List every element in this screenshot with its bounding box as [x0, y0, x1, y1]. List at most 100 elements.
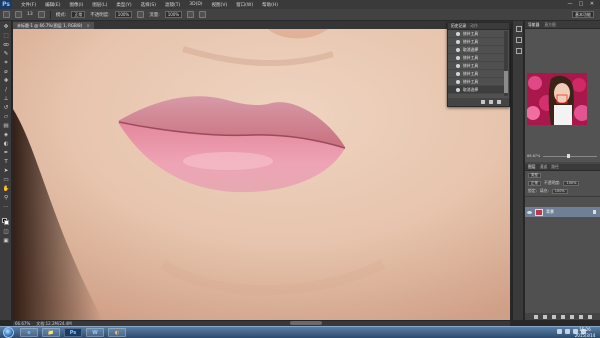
new-group-icon[interactable] [569, 314, 574, 319]
add-mask-icon[interactable] [551, 314, 556, 319]
menu-window[interactable]: 窗口(W) [236, 2, 253, 8]
brush-tool-icon[interactable]: ∕ [2, 87, 10, 94]
navigator-preview[interactable] [527, 73, 587, 125]
path-select-tool-icon[interactable]: ➤ [2, 168, 10, 175]
history-item[interactable]: 修补工具 [448, 78, 505, 86]
menu-edit[interactable]: 编辑(E) [45, 2, 60, 8]
dodge-tool-icon[interactable]: ◐ [2, 141, 10, 148]
history-item[interactable]: 修补工具 [448, 30, 505, 38]
tab-history[interactable]: 历史记录 [451, 23, 466, 29]
close-button[interactable]: ✕ [588, 1, 596, 7]
menu-view[interactable]: 视图(V) [212, 2, 228, 8]
zoom-slider-knob[interactable] [567, 153, 571, 158]
history-item[interactable]: 修补工具 [448, 54, 505, 62]
mode-select[interactable]: 正常 [71, 11, 86, 18]
tab-layers[interactable]: 图层 [528, 164, 536, 170]
new-layer-icon[interactable] [578, 314, 583, 319]
layer-kind-filter[interactable]: 类型 [528, 172, 541, 178]
more-tools-icon[interactable]: ⋯ [2, 204, 10, 211]
menu-3d[interactable]: 3D(D) [189, 2, 202, 7]
history-item[interactable]: 修补工具 [448, 38, 505, 46]
tab-navigator[interactable]: 导航器 [528, 22, 539, 28]
marquee-tool-icon[interactable]: ⬚ [2, 33, 10, 40]
lasso-tool-icon[interactable]: ꝏ [2, 42, 10, 49]
history-brush-tool-icon[interactable]: ↺ [2, 105, 10, 112]
pen-tool-icon[interactable]: ✒ [2, 150, 10, 157]
adjustment-layer-icon[interactable] [560, 314, 565, 319]
minimize-button[interactable]: — [566, 1, 574, 7]
zoom-tool-icon[interactable]: ⚲ [2, 195, 10, 202]
new-document-from-state-icon[interactable] [481, 100, 485, 104]
tool-preset-icon[interactable] [3, 11, 10, 18]
zoom-slider[interactable] [543, 153, 597, 158]
properties-panel-icon[interactable] [516, 37, 522, 43]
menu-help[interactable]: 帮助(H) [262, 2, 278, 8]
history-item-current[interactable]: 取消选择 [448, 86, 505, 94]
crop-tool-icon[interactable]: ⌗ [2, 60, 10, 67]
history-scroll-thumb[interactable] [504, 71, 508, 93]
document-canvas[interactable] [13, 29, 510, 320]
menu-filter[interactable]: 滤镜(T) [165, 2, 180, 8]
airbrush-icon[interactable] [187, 11, 195, 18]
screen-mode-icon[interactable]: ▣ [2, 238, 10, 245]
clone-stamp-tool-icon[interactable]: ⊥ [2, 96, 10, 103]
menu-layer[interactable]: 图层(L) [92, 2, 107, 8]
history-panel-icon[interactable] [516, 26, 522, 32]
link-layers-icon[interactable] [533, 314, 538, 319]
taskbar-ie[interactable]: e [20, 328, 38, 337]
trash-icon[interactable] [587, 314, 592, 319]
brush-preset-icon[interactable] [15, 11, 22, 18]
blend-mode-select[interactable]: 正常 [528, 180, 541, 186]
horizontal-scrollbar-thumb[interactable] [290, 321, 322, 325]
document-tab[interactable]: 未标题-1 @ 66.7%(图层 1, RGB/8) × [13, 22, 94, 29]
navigator-zoom-value[interactable]: 66.67% [527, 154, 540, 158]
gradient-tool-icon[interactable]: ▤ [2, 123, 10, 130]
taskbar-explorer[interactable]: 📁 [42, 328, 60, 337]
layer-style-icon[interactable] [542, 314, 547, 319]
tab-paths[interactable]: 路径 [551, 164, 559, 170]
fill-field[interactable]: 100% [551, 188, 568, 194]
tray-keyboard-icon[interactable] [557, 329, 562, 334]
layer-opacity-field[interactable]: 100% [563, 180, 580, 186]
maximize-button[interactable]: □ [577, 1, 585, 7]
shape-tool-icon[interactable]: ▭ [2, 177, 10, 184]
history-item[interactable]: 取消选择 [448, 46, 505, 54]
healing-brush-tool-icon[interactable]: ✚ [2, 78, 10, 85]
hand-tool-icon[interactable]: ✋ [2, 186, 10, 193]
layer-row-background[interactable]: 背景 [525, 207, 600, 217]
background-color-swatch[interactable] [4, 220, 9, 225]
menu-image[interactable]: 图像(I) [69, 2, 83, 8]
menu-file[interactable]: 文件(F) [21, 2, 36, 8]
opacity-field[interactable]: 100% [114, 11, 133, 18]
eraser-tool-icon[interactable]: ▱ [2, 114, 10, 121]
visibility-eye-icon[interactable] [527, 210, 532, 214]
taskbar-app[interactable]: ◐ [108, 328, 126, 337]
history-scrollbar[interactable] [504, 31, 508, 96]
eyedropper-tool-icon[interactable]: ⌀ [2, 69, 10, 76]
blur-tool-icon[interactable]: ◈ [2, 132, 10, 139]
menu-select[interactable]: 选择(S) [141, 2, 156, 8]
brush-panel-icon[interactable] [37, 11, 45, 18]
taskbar-word[interactable]: W [86, 328, 104, 337]
tab-close-icon[interactable]: × [87, 23, 90, 28]
tab-actions[interactable]: 动作 [470, 23, 478, 29]
menu-type[interactable]: 类型(Y) [116, 2, 131, 8]
tab-channels[interactable]: 通道 [540, 164, 548, 170]
workspace-select[interactable]: 基本功能 [572, 11, 594, 18]
taskbar-photoshop[interactable]: Ps [64, 328, 82, 337]
pressure-size-icon[interactable] [199, 11, 207, 18]
trash-icon[interactable] [497, 100, 501, 104]
quick-mask-icon[interactable]: ◫ [2, 229, 10, 236]
layer-name[interactable]: 背景 [546, 209, 554, 215]
history-item[interactable]: 修补工具 [448, 62, 505, 70]
tab-histogram[interactable]: 直方图 [544, 22, 555, 28]
quick-select-tool-icon[interactable]: ✎ [2, 51, 10, 58]
flow-field[interactable]: 100% [164, 11, 183, 18]
snapshot-icon[interactable] [489, 100, 493, 104]
taskbar-clock[interactable]: 15:26 2015/3/14 [574, 327, 596, 338]
brush-size-value[interactable]: 13 [27, 12, 33, 17]
move-tool-icon[interactable]: ✥ [2, 24, 10, 31]
type-tool-icon[interactable]: T [2, 159, 10, 166]
tray-network-icon[interactable] [565, 329, 570, 334]
pressure-opacity-icon[interactable] [137, 11, 145, 18]
